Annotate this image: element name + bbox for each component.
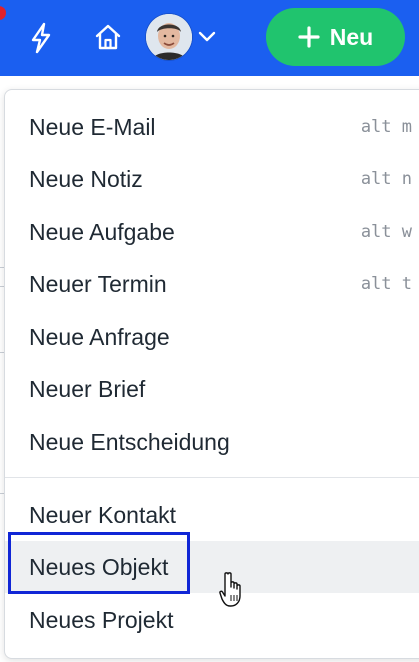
menu-item-label: Neues Projekt	[29, 607, 174, 633]
menu-divider	[5, 477, 419, 478]
notification-dot	[0, 6, 6, 20]
menu-item-label: Neuer Termin	[29, 271, 167, 297]
chevron-down-icon[interactable]	[197, 28, 217, 44]
new-button[interactable]: Neu	[266, 8, 405, 66]
top-bar: Neu	[0, 0, 419, 76]
menu-item-new-email[interactable]: Neue E-Mail alt m	[5, 101, 419, 153]
hand-cursor-icon	[219, 572, 241, 607]
plus-icon	[298, 26, 320, 48]
menu-item-shortcut: alt t	[360, 274, 412, 294]
menu-item-new-letter[interactable]: Neuer Brief	[5, 363, 419, 415]
menu-item-new-task[interactable]: Neue Aufgabe alt w	[5, 206, 419, 258]
menu-item-label: Neue Notiz	[29, 166, 143, 192]
menu-item-shortcut: alt m	[360, 117, 412, 137]
menu-item-label: Neue Aufgabe	[29, 219, 175, 245]
new-button-label: Neu	[329, 23, 374, 50]
menu-item-label: Neuer Kontakt	[29, 502, 177, 528]
menu-item-new-decision[interactable]: Neue Entscheidung	[5, 416, 419, 468]
menu-item-new-request[interactable]: Neue Anfrage	[5, 311, 419, 363]
menu-item-label: Neue E-Mail	[29, 114, 156, 140]
menu-item-shortcut: alt w	[360, 222, 412, 242]
menu-item-shortcut: alt n	[360, 169, 412, 189]
menu-item-new-project[interactable]: Neues Projekt	[5, 594, 419, 646]
user-avatar[interactable]	[146, 14, 192, 60]
focus-highlight	[8, 532, 190, 594]
menu-item-label: Neue Anfrage	[29, 324, 170, 350]
menu-item-label: Neue Entscheidung	[29, 429, 230, 455]
home-icon[interactable]	[94, 22, 122, 52]
menu-item-label: Neuer Brief	[29, 376, 146, 402]
menu-item-new-appointment[interactable]: Neuer Termin alt t	[5, 258, 419, 310]
new-item-dropdown-menu: Neue E-Mail alt m Neue Notiz alt n Neue …	[4, 89, 419, 659]
menu-item-new-note[interactable]: Neue Notiz alt n	[5, 153, 419, 205]
bolt-icon[interactable]	[28, 22, 54, 54]
